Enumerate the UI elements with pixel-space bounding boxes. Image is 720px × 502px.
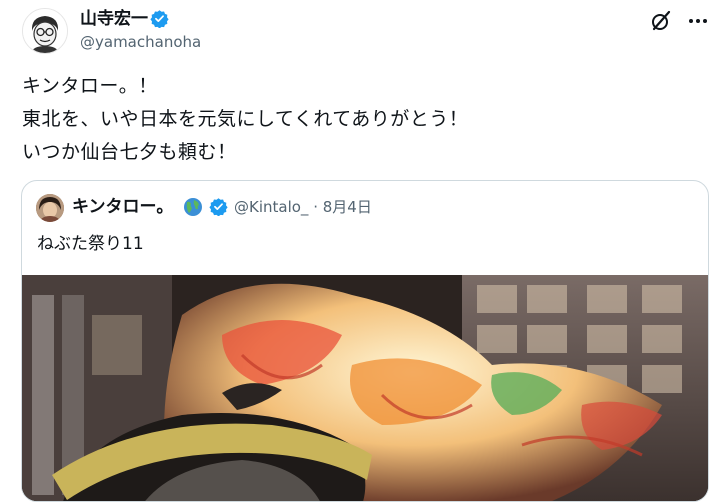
post-text-line: いつか仙台七夕も頼む！ — [22, 141, 237, 163]
quote-avatar[interactable] — [36, 194, 64, 222]
quote-text: ねぶた祭り11 — [37, 234, 144, 254]
post-text-line: 東北を、いや日本を元気にしてくれてありがとう！ — [22, 108, 469, 130]
nebuta-photo-icon — [22, 275, 708, 501]
quote-display-name[interactable]: キンタロー。 — [72, 197, 173, 217]
quote-media-photo[interactable] — [22, 275, 708, 501]
caricature-avatar-icon — [23, 9, 67, 53]
avatar[interactable] — [22, 8, 68, 54]
author-handle[interactable]: @yamachanoha — [80, 33, 201, 51]
globe-icon — [183, 197, 203, 217]
post-text-line: キンタロー。！ — [22, 75, 158, 97]
display-name[interactable]: 山寺宏一 — [80, 9, 148, 29]
grok-icon[interactable] — [648, 8, 674, 34]
more-icon[interactable] — [686, 10, 710, 32]
quote-verified-badge-icon[interactable] — [209, 197, 228, 217]
quoted-post-card[interactable]: キンタロー。 @Kintalo_ · 8月4日 ねぶた祭り11 — [21, 180, 709, 502]
quote-handle-date[interactable]: @Kintalo_ · 8月4日 — [234, 198, 372, 216]
quote-avatar-photo-icon — [36, 194, 64, 222]
verified-badge-icon[interactable] — [150, 9, 169, 29]
